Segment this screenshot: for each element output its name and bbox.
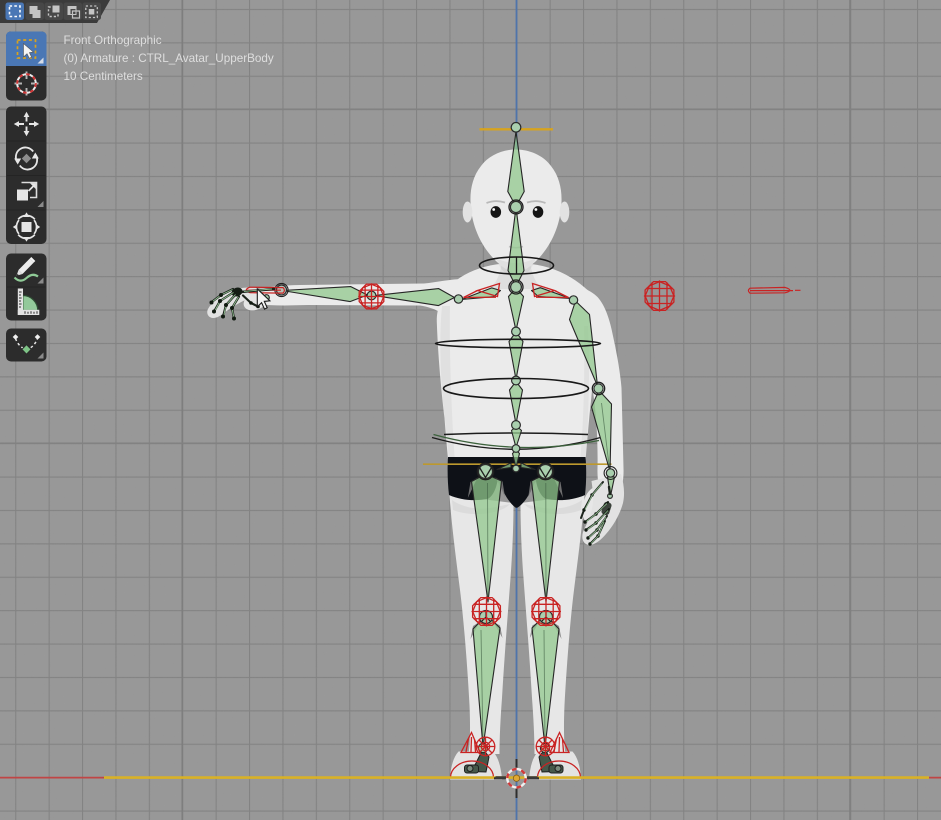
svg-text:10 Centimeters: 10 Centimeters <box>64 70 143 83</box>
svg-text:Front Orthographic: Front Orthographic <box>64 34 162 47</box>
svg-text:(0) Armature : CTRL_Avatar_Upp: (0) Armature : CTRL_Avatar_UpperBody <box>64 52 274 65</box>
